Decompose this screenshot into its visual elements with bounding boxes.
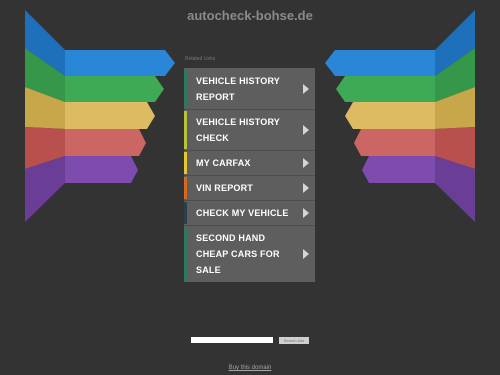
menu-divider xyxy=(184,225,315,226)
footer: Buy this domain xyxy=(0,365,500,371)
menu-item-my-carfax[interactable]: MY CARFAX xyxy=(184,152,315,174)
related-links-menu: VEHICLE HISTORY REPORT VEHICLE HISTORY C… xyxy=(184,68,315,282)
menu-item-vin-report[interactable]: VIN REPORT xyxy=(184,177,315,199)
menu-item-label: VEHICLE HISTORY REPORT xyxy=(196,76,280,102)
search-input[interactable] xyxy=(191,337,273,343)
menu-item-label: SECOND HAND CHEAP CARS FOR SALE xyxy=(196,233,280,275)
menu-divider xyxy=(184,150,315,151)
chevron-right-icon xyxy=(303,208,309,218)
chevron-right-icon xyxy=(303,125,309,135)
menu-divider xyxy=(184,175,315,176)
menu-item-label: MY CARFAX xyxy=(196,158,251,168)
menu-item-check-my-vehicle[interactable]: CHECK MY VEHICLE xyxy=(184,202,315,224)
menu-divider xyxy=(184,200,315,201)
chevron-right-icon xyxy=(303,183,309,193)
menu-item-label: VEHICLE HISTORY CHECK xyxy=(196,117,280,143)
related-links-label: Related Links xyxy=(185,56,216,62)
chevron-right-icon xyxy=(303,249,309,259)
buy-domain-link[interactable]: Buy this domain xyxy=(229,365,272,371)
menu-item-label: CHECK MY VEHICLE xyxy=(196,208,289,218)
menu-item-second-hand-cheap-cars[interactable]: SECOND HAND CHEAP CARS FOR SALE xyxy=(184,227,315,281)
menu-item-label: VIN REPORT xyxy=(196,183,254,193)
search-button[interactable]: Search Ads xyxy=(279,337,309,344)
chevron-right-icon xyxy=(303,84,309,94)
right-banner-art xyxy=(325,10,475,222)
menu-divider xyxy=(184,109,315,110)
menu-item-vehicle-history-report[interactable]: VEHICLE HISTORY REPORT xyxy=(184,70,315,108)
menu-item-vehicle-history-check[interactable]: VEHICLE HISTORY CHECK xyxy=(184,111,315,149)
chevron-right-icon xyxy=(303,158,309,168)
left-banner-art xyxy=(25,10,175,222)
